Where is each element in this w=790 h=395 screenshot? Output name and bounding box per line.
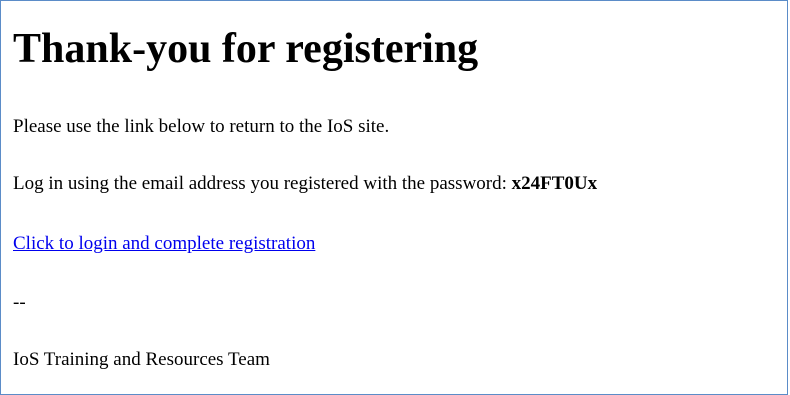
login-link[interactable]: Click to login and complete registration xyxy=(13,233,315,254)
password-value: x24FT0Ux xyxy=(511,173,598,194)
login-link-line: Click to login and complete registration xyxy=(13,232,315,256)
email-frame: Thank-you for registering Please use the… xyxy=(0,0,788,395)
intro-text: Please use the link below to return to t… xyxy=(13,116,390,137)
login-instructions: Log in using the email address you regis… xyxy=(13,172,597,196)
page-title: Thank-you for registering xyxy=(13,26,479,72)
signature-separator: -- xyxy=(13,292,26,313)
login-instruction-text: Log in using the email address you regis… xyxy=(13,173,512,194)
signature: IoS Training and Resources Team xyxy=(13,349,270,370)
